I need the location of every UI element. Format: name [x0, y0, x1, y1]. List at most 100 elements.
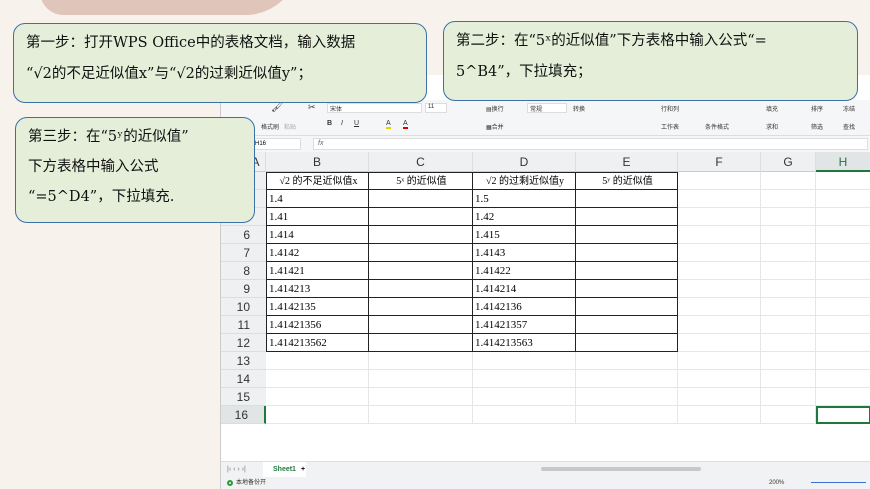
cell-e13[interactable]	[576, 352, 678, 370]
cell-h13[interactable]	[816, 352, 870, 370]
cell-g16[interactable]	[761, 406, 816, 424]
cell-e3[interactable]: 5ʸ 的近似值	[576, 172, 678, 190]
row-header-13[interactable]: 13	[221, 352, 266, 370]
cell-h16[interactable]	[816, 406, 870, 424]
cell-d13[interactable]	[473, 352, 576, 370]
cell-b5[interactable]: 1.41	[266, 208, 369, 226]
zoom-level[interactable]: 200%	[769, 477, 784, 489]
cell-f6[interactable]	[678, 226, 761, 244]
column-header-e[interactable]: E	[576, 152, 678, 172]
cell-d16[interactable]	[473, 406, 576, 424]
font-select[interactable]: 宋体	[327, 103, 422, 113]
cell-d12[interactable]: 1.414213563	[473, 334, 576, 352]
cell-b10[interactable]: 1.4142135	[266, 298, 369, 316]
cell-h14[interactable]	[816, 370, 870, 388]
cell-g15[interactable]	[761, 388, 816, 406]
cell-h9[interactable]	[816, 280, 870, 298]
cell-f8[interactable]	[678, 262, 761, 280]
sheet-tab-sheet1[interactable]: Sheet1	[263, 462, 306, 477]
cell-c14[interactable]	[369, 370, 473, 388]
row-header-11[interactable]: 11	[221, 316, 266, 334]
cell-g5[interactable]	[761, 208, 816, 226]
cell-e15[interactable]	[576, 388, 678, 406]
cell-d7[interactable]: 1.4143	[473, 244, 576, 262]
format-painter-icon[interactable]: 🖌	[271, 102, 284, 113]
cell-f5[interactable]	[678, 208, 761, 226]
merge-button[interactable]: ▦合并	[486, 122, 504, 131]
cell-g14[interactable]	[761, 370, 816, 388]
cell-c4[interactable]	[369, 190, 473, 208]
cell-b13[interactable]	[266, 352, 369, 370]
cell-e10[interactable]	[576, 298, 678, 316]
italic-button[interactable]: I	[341, 120, 343, 127]
cell-c15[interactable]	[369, 388, 473, 406]
cell-h3[interactable]	[816, 172, 870, 190]
cell-f15[interactable]	[678, 388, 761, 406]
cell-e16[interactable]	[576, 406, 678, 424]
cell-d6[interactable]: 1.415	[473, 226, 576, 244]
fill-button[interactable]: 填充	[766, 104, 778, 113]
cond-format-button[interactable]: 条件格式	[705, 122, 729, 131]
cell-b3[interactable]: √2 的不足近似值x	[266, 172, 369, 190]
cell-c16[interactable]	[369, 406, 473, 424]
freeze-button[interactable]: 冻结	[843, 104, 855, 113]
number-format-select[interactable]: 常规	[527, 103, 567, 113]
font-size-select[interactable]: 11	[425, 103, 447, 113]
column-header-d[interactable]: D	[473, 152, 576, 172]
cell-f14[interactable]	[678, 370, 761, 388]
column-header-f[interactable]: F	[678, 152, 761, 172]
cell-e11[interactable]	[576, 316, 678, 334]
cell-g4[interactable]	[761, 190, 816, 208]
cell-b15[interactable]	[266, 388, 369, 406]
cell-d10[interactable]: 1.4142136	[473, 298, 576, 316]
cell-h6[interactable]	[816, 226, 870, 244]
row-header-9[interactable]: 9	[221, 280, 266, 298]
cut-icon[interactable]: ✂	[308, 102, 316, 113]
cell-g3[interactable]	[761, 172, 816, 190]
cell-c5[interactable]	[369, 208, 473, 226]
column-header-h[interactable]: H	[816, 152, 870, 172]
cell-b6[interactable]: 1.414	[266, 226, 369, 244]
row-header-16[interactable]: 16	[221, 406, 266, 424]
cell-e6[interactable]	[576, 226, 678, 244]
cell-g10[interactable]	[761, 298, 816, 316]
cell-f7[interactable]	[678, 244, 761, 262]
cell-e12[interactable]	[576, 334, 678, 352]
backup-status[interactable]: 本地备份开	[236, 477, 266, 489]
cell-c11[interactable]	[369, 316, 473, 334]
cell-d9[interactable]: 1.414214	[473, 280, 576, 298]
cell-b12[interactable]: 1.414213562	[266, 334, 369, 352]
name-box[interactable]: H16	[251, 138, 301, 150]
cell-h15[interactable]	[816, 388, 870, 406]
sheet-nav-arrows[interactable]: |‹ ‹ › ›|	[227, 462, 246, 477]
rows-cols-button[interactable]: 行和列	[661, 104, 679, 113]
worksheet-button[interactable]: 工作表	[661, 122, 679, 131]
cell-d8[interactable]: 1.41422	[473, 262, 576, 280]
cell-d3[interactable]: √2 的过剩近似值y	[473, 172, 576, 190]
cell-b9[interactable]: 1.414213	[266, 280, 369, 298]
cell-b11[interactable]: 1.41421356	[266, 316, 369, 334]
row-header-14[interactable]: 14	[221, 370, 266, 388]
zoom-slider[interactable]	[811, 482, 866, 483]
cell-d15[interactable]	[473, 388, 576, 406]
wrap-button[interactable]: ▤换行	[486, 104, 504, 113]
column-header-g[interactable]: G	[761, 152, 816, 172]
column-header-b[interactable]: B	[266, 152, 369, 172]
cell-c3[interactable]: 5ˣ 的近似值	[369, 172, 473, 190]
cell-d5[interactable]: 1.42	[473, 208, 576, 226]
cell-g13[interactable]	[761, 352, 816, 370]
paste-button[interactable]: 粘贴	[284, 122, 296, 131]
filter-button[interactable]: 筛选	[811, 122, 823, 131]
cell-f10[interactable]	[678, 298, 761, 316]
cell-d14[interactable]	[473, 370, 576, 388]
cell-b8[interactable]: 1.41421	[266, 262, 369, 280]
row-header-15[interactable]: 15	[221, 388, 266, 406]
cell-c13[interactable]	[369, 352, 473, 370]
cell-h8[interactable]	[816, 262, 870, 280]
cell-e14[interactable]	[576, 370, 678, 388]
bold-button[interactable]: B	[327, 120, 332, 127]
cell-c9[interactable]	[369, 280, 473, 298]
cell-h7[interactable]	[816, 244, 870, 262]
convert-button[interactable]: 转换	[573, 104, 585, 113]
horizontal-scrollbar[interactable]	[541, 467, 701, 471]
